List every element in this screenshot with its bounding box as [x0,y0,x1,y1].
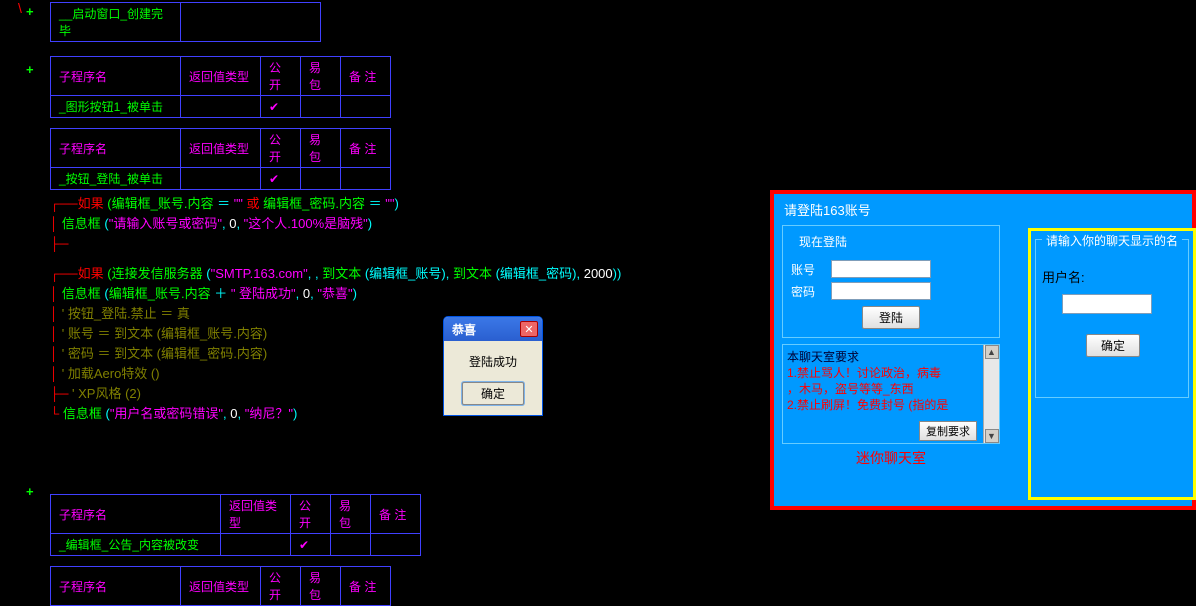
message-dialog: 恭喜 ✕ 登陆成功 确定 [443,316,543,416]
notice-line: 2.禁止刷屏！免费封号 (指的是 [787,397,995,413]
expand-icon[interactable]: + [26,4,34,19]
code-block[interactable]: ┌──如果 (编辑框_账号.内容 ＝ "" 或 编辑框_密码.内容 ＝ "") … [50,194,770,424]
password-input[interactable] [831,282,931,300]
scrollbar[interactable]: ▲ ▼ [983,345,999,443]
col-ret: 返回值类型 [181,57,261,96]
col-note: 备 注 [341,57,391,96]
notice-line: ，木马，盗号等等_东西 [787,381,995,397]
expand-icon[interactable]: + [26,484,34,499]
confirm-button[interactable]: 确定 [1086,334,1140,357]
password-label: 密码 [791,283,825,300]
slash-mark: \ [18,0,22,16]
sub-name[interactable]: __启动窗口_创建完毕 [51,3,181,42]
col-pub: 公开 [261,57,301,96]
sub-name[interactable]: _图形按钮1_被单击 [51,96,181,118]
window-title: 请登陆163账号 [774,194,1192,225]
code-editor: \ + + + __启动窗口_创建完毕 子程序名 返回值类型 公开 易包 备 注… [0,0,770,549]
account-label: 账号 [791,261,825,278]
expand-icon[interactable]: + [26,62,34,77]
notice-line: 本聊天室要求 [787,349,995,365]
check-icon[interactable]: ✔ [291,534,331,556]
notice-line: 1.禁止骂人！讨论政治，病毒 [787,365,995,381]
sub-table-1: __启动窗口_创建完毕 [50,2,321,42]
copy-button[interactable]: 复制要求 [919,421,977,441]
check-icon[interactable]: ✔ [261,96,301,118]
col-pkg: 易包 [301,57,341,96]
fieldset-legend: 现在登陆 [795,233,851,250]
username-input[interactable] [1062,294,1152,314]
username-label: 用户名: [1042,267,1182,286]
login-button[interactable]: 登陆 [862,306,920,329]
scroll-up-icon[interactable]: ▲ [985,345,999,359]
sub-table-3: 子程序名 返回值类型 公开 易包 备 注 _按钮_登陆_被单击 ✔ [50,128,391,190]
nickname-panel: 请输入你的聊天显示的名 用户名: 确定 [1028,228,1196,500]
account-input[interactable] [831,260,931,278]
ok-button[interactable]: 确定 [462,382,524,405]
notice-box: 本聊天室要求 1.禁止骂人！讨论政治，病毒 ，木马，盗号等等_东西 2.禁止刷屏… [782,344,1000,444]
sub-name[interactable]: _编辑框_公告_内容被改变 [51,534,221,556]
dialog-titlebar[interactable]: 恭喜 ✕ [444,317,542,341]
sub-table-4: 子程序名 返回值类型 公开 易包 备 注 _编辑框_公告_内容被改变 ✔ [50,494,421,556]
footer-label: 迷你聊天室 [782,444,1000,472]
check-icon[interactable]: ✔ [261,168,301,190]
panel-title: 请输入你的聊天显示的名 [1042,234,1182,248]
dialog-message: 登陆成功 [452,353,534,370]
col-name: 子程序名 [51,57,181,96]
scroll-down-icon[interactable]: ▼ [985,429,999,443]
close-icon[interactable]: ✕ [520,321,538,337]
login-fieldset: 现在登陆 账号 密码 登陆 [782,225,1000,338]
sub-table-2: 子程序名 返回值类型 公开 易包 备 注 _图形按钮1_被单击 ✔ [50,56,391,118]
sub-name[interactable]: _按钮_登陆_被单击 [51,168,181,190]
sub-table-5: 子程序名 返回值类型 公开 易包 备 注 [50,566,391,606]
dialog-title: 恭喜 [448,321,476,338]
